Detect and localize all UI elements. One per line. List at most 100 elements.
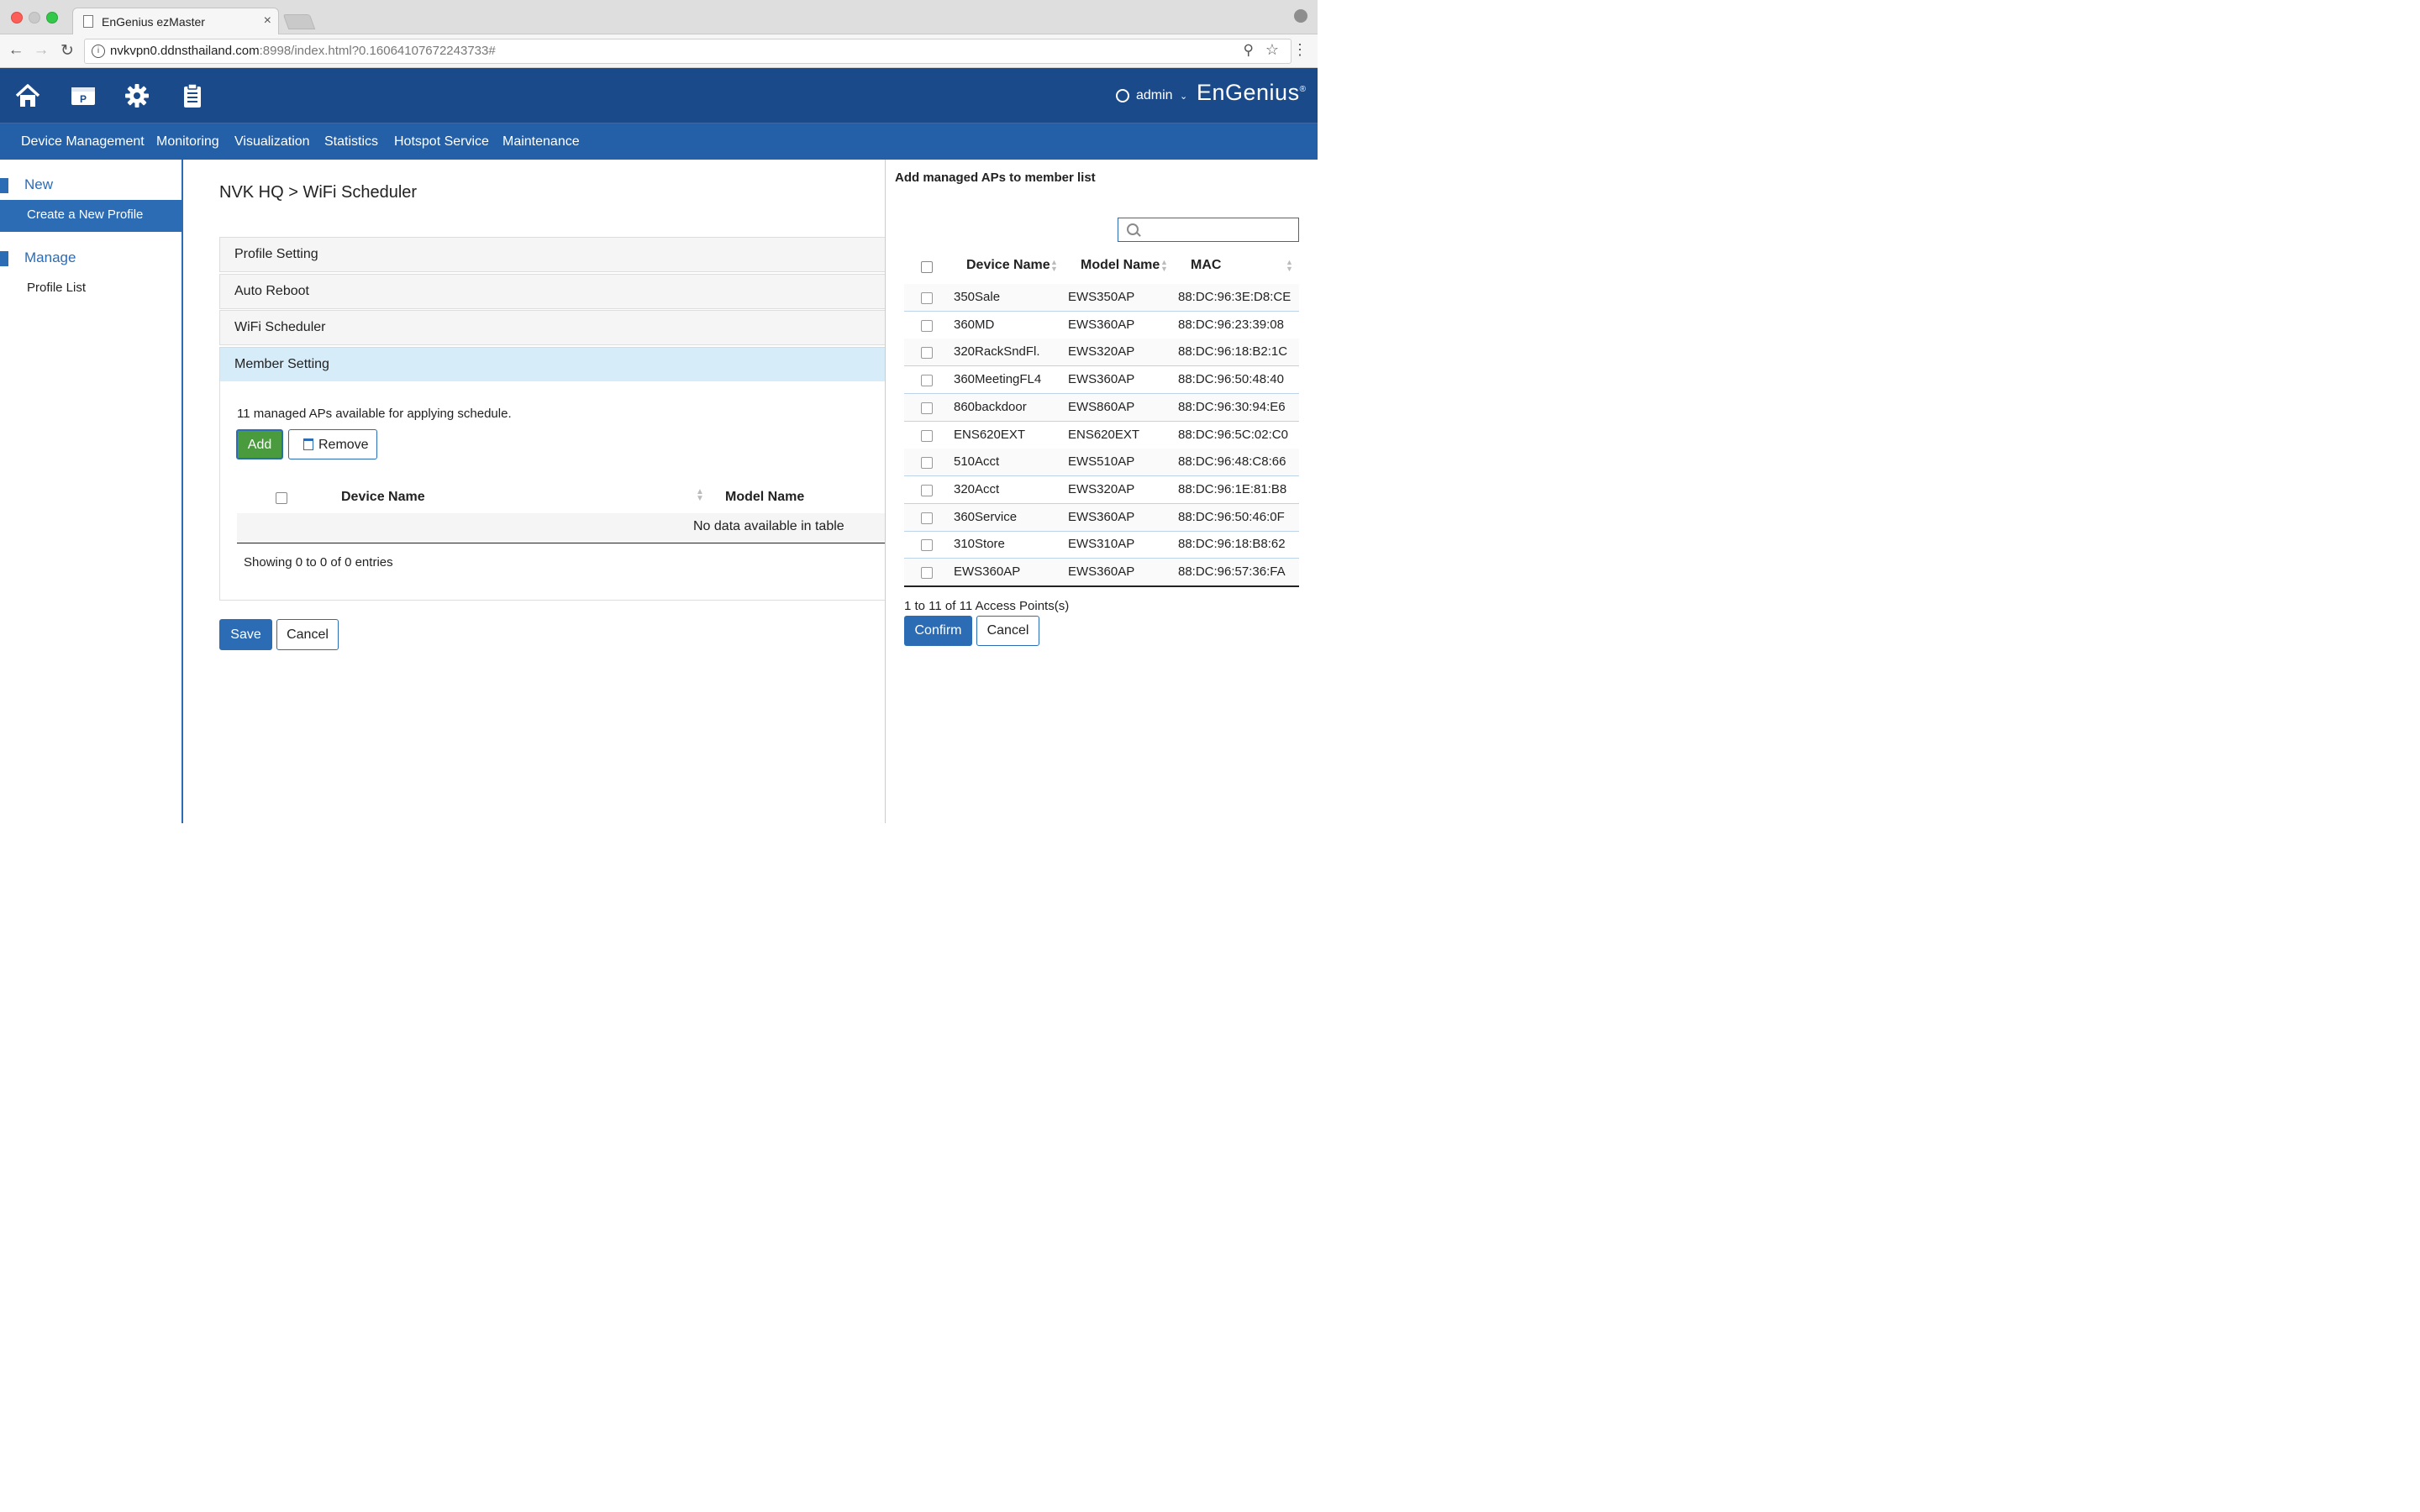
sort-icon[interactable]: ▲ ▼: [1286, 259, 1293, 273]
nav-visualization[interactable]: Visualization: [234, 134, 310, 150]
row-checkbox[interactable]: [921, 429, 933, 442]
device-name-cell: ENS620EXT: [954, 427, 1026, 442]
back-arrow-icon[interactable]: ←: [7, 41, 25, 60]
row-checkbox[interactable]: [921, 567, 933, 579]
row-checkbox[interactable]: [921, 512, 933, 524]
column-model-name[interactable]: Model Name: [725, 490, 804, 505]
row-checkbox[interactable]: [921, 402, 933, 414]
column-model-name[interactable]: Model Name: [1081, 258, 1160, 273]
device-name-cell: 360Service: [954, 509, 1018, 524]
table-row[interactable]: 510Acct EWS510AP 88:DC:96:48:C8:66: [904, 449, 1299, 477]
table-row[interactable]: 360MeetingFL4 EWS360AP 88:DC:96:50:48:40: [904, 366, 1299, 395]
select-all-checkbox[interactable]: [921, 261, 933, 273]
accordion-profile-setting[interactable]: Profile Setting: [219, 237, 886, 272]
table-row[interactable]: ENS620EXT ENS620EXT 88:DC:96:5C:02:C0: [904, 422, 1299, 449]
engenius-logo: EnGenius®: [1197, 80, 1307, 105]
model-name-cell: EWS860AP: [1068, 399, 1135, 414]
panel-cancel-button[interactable]: Cancel: [976, 616, 1039, 646]
maximize-window-button[interactable]: [46, 12, 58, 24]
browser-tab-bar: EnGenius ezMaster ×: [0, 0, 1318, 35]
tab-close-icon[interactable]: ×: [264, 13, 271, 29]
accordion-label: Auto Reboot: [234, 284, 309, 298]
user-menu[interactable]: admin ⌄: [1116, 88, 1187, 103]
row-checkbox[interactable]: [921, 457, 933, 470]
close-window-button[interactable]: [11, 12, 23, 24]
save-button[interactable]: Save: [219, 619, 272, 650]
bookmark-star-icon[interactable]: ☆: [1265, 41, 1279, 59]
column-device-name[interactable]: Device Name: [341, 490, 425, 505]
remove-button[interactable]: Remove: [288, 429, 377, 459]
table-row[interactable]: 860backdoor EWS860AP 88:DC:96:30:94:E6: [904, 393, 1299, 422]
model-name-cell: EWS360AP: [1068, 317, 1135, 332]
device-name-cell: 320RackSndFl.: [954, 344, 1040, 360]
table-row[interactable]: 310Store EWS310AP 88:DC:96:18:B8:62: [904, 531, 1299, 559]
mac-cell: 88:DC:96:50:48:40: [1178, 372, 1284, 387]
remove-label: Remove: [318, 438, 369, 452]
model-name-cell: ENS620EXT: [1068, 427, 1140, 442]
address-bar[interactable]: i nvkvpn0.ddnsthailand.com:8998/index.ht…: [84, 39, 1292, 64]
device-name-cell: 510Acct: [954, 454, 1000, 470]
table-row[interactable]: 320Acct EWS320AP 88:DC:96:1E:81:B8: [904, 476, 1299, 504]
model-name-cell: EWS350AP: [1068, 290, 1135, 304]
column-device-name[interactable]: Device Name: [966, 258, 1050, 273]
search-input[interactable]: [1118, 218, 1299, 242]
project-icon[interactable]: P: [69, 81, 97, 110]
model-name-cell: EWS510AP: [1068, 454, 1135, 470]
clipboard-icon[interactable]: [178, 81, 207, 110]
sort-icon[interactable]: ▲ ▼: [696, 488, 704, 503]
browser-profile-icon[interactable]: [1294, 9, 1307, 23]
confirm-button[interactable]: Confirm: [904, 616, 972, 646]
key-icon[interactable]: ⚲: [1244, 42, 1254, 59]
model-name-cell: EWS320AP: [1068, 344, 1135, 360]
row-checkbox[interactable]: [921, 484, 933, 496]
row-checkbox[interactable]: [921, 347, 933, 360]
gear-icon[interactable]: [123, 81, 151, 110]
table-info-text: Showing 0 to 0 of 0 entries: [244, 555, 393, 570]
home-icon[interactable]: [13, 81, 42, 110]
select-all-checkbox[interactable]: [276, 492, 287, 504]
url-text[interactable]: nvkvpn0.ddnsthailand.com:8998/index.html…: [110, 44, 496, 58]
accordion-member-setting[interactable]: Member Setting: [219, 347, 886, 382]
table-row[interactable]: 350Sale EWS350AP 88:DC:96:3E:D8:CE: [904, 284, 1299, 312]
accordion-auto-reboot[interactable]: Auto Reboot: [219, 274, 886, 309]
main-nav: Device Management Monitoring Visualizati…: [0, 123, 1318, 160]
available-aps-text: 11 managed APs available for applying sc…: [237, 407, 512, 421]
row-checkbox[interactable]: [921, 375, 933, 387]
browser-menu-icon[interactable]: ⋮: [1292, 41, 1307, 59]
add-button[interactable]: Add: [236, 429, 283, 459]
sort-icon[interactable]: ▲ ▼: [1160, 259, 1168, 273]
page-icon: [83, 15, 93, 28]
nav-device-management[interactable]: Device Management: [21, 134, 145, 150]
site-info-icon[interactable]: i: [92, 45, 105, 58]
table-row[interactable]: 360MD EWS360AP 88:DC:96:23:39:08: [904, 312, 1299, 339]
breadcrumb: NVK HQ > WiFi Scheduler: [219, 183, 418, 202]
nav-statistics[interactable]: Statistics: [324, 134, 378, 150]
accordion-wifi-scheduler[interactable]: WiFi Scheduler: [219, 310, 886, 345]
member-table-header: Device Name ▲ ▼ Model Name: [237, 484, 885, 513]
device-name-cell: 360MeetingFL4: [954, 372, 1042, 387]
nav-hotspot-service[interactable]: Hotspot Service: [394, 134, 489, 150]
minimize-window-button[interactable]: [29, 12, 40, 24]
cancel-button[interactable]: Cancel: [276, 619, 339, 650]
reload-icon[interactable]: ↻: [58, 41, 76, 60]
new-tab-button[interactable]: [282, 14, 316, 29]
column-mac[interactable]: MAC: [1191, 258, 1221, 273]
model-name-cell: EWS360AP: [1068, 564, 1135, 579]
nav-monitoring[interactable]: Monitoring: [156, 134, 219, 150]
browser-tab[interactable]: EnGenius ezMaster ×: [72, 8, 279, 35]
row-checkbox[interactable]: [921, 292, 933, 304]
mac-cell: 88:DC:96:5C:02:C0: [1178, 427, 1288, 442]
sidebar-item-profile-list[interactable]: Profile List: [27, 281, 86, 295]
sidebar-item-create-profile[interactable]: Create a New Profile: [0, 200, 182, 232]
table-row[interactable]: 320RackSndFl. EWS320AP 88:DC:96:18:B2:1C: [904, 339, 1299, 367]
table-bottom-border: [904, 585, 1299, 587]
row-checkbox[interactable]: [921, 539, 933, 552]
row-checkbox[interactable]: [921, 319, 933, 332]
sort-icon[interactable]: ▲ ▼: [1050, 259, 1058, 273]
nav-maintenance[interactable]: Maintenance: [502, 134, 580, 150]
panel-title: Add managed APs to member list: [895, 171, 1096, 185]
forward-arrow-icon[interactable]: →: [32, 41, 50, 60]
table-row[interactable]: 360Service EWS360AP 88:DC:96:50:46:0F: [904, 503, 1299, 532]
table-row[interactable]: EWS360AP EWS360AP 88:DC:96:57:36:FA: [904, 559, 1299, 586]
mac-cell: 88:DC:96:57:36:FA: [1178, 564, 1286, 579]
